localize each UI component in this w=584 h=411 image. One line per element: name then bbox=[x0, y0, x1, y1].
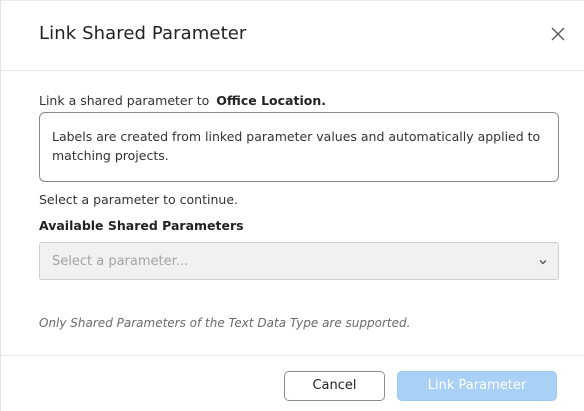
dialog-title: Link Shared Parameter bbox=[39, 23, 247, 44]
dialog-header: Link Shared Parameter bbox=[1, 1, 584, 71]
field-label: Available Shared Parameters bbox=[39, 218, 244, 233]
parameter-select[interactable]: Select a parameter... bbox=[39, 242, 559, 280]
intro-target: Office Location. bbox=[216, 93, 326, 108]
link-parameter-button[interactable]: Link Parameter bbox=[397, 371, 557, 401]
close-button[interactable] bbox=[549, 25, 567, 43]
prompt-text: Select a parameter to continue. bbox=[39, 192, 238, 207]
intro-label: Link a shared parameter to bbox=[39, 93, 210, 108]
close-icon bbox=[551, 27, 565, 41]
info-box: Labels are created from linked parameter… bbox=[39, 112, 559, 182]
chevron-down-icon bbox=[539, 260, 547, 265]
link-shared-parameter-dialog: Link Shared Parameter Link a shared para… bbox=[0, 0, 584, 411]
cancel-button[interactable]: Cancel bbox=[284, 371, 385, 401]
support-note: Only Shared Parameters of the Text Data … bbox=[39, 316, 411, 330]
select-placeholder: Select a parameter... bbox=[52, 254, 189, 269]
intro-text: Link a shared parameter to Office Locati… bbox=[39, 93, 326, 108]
